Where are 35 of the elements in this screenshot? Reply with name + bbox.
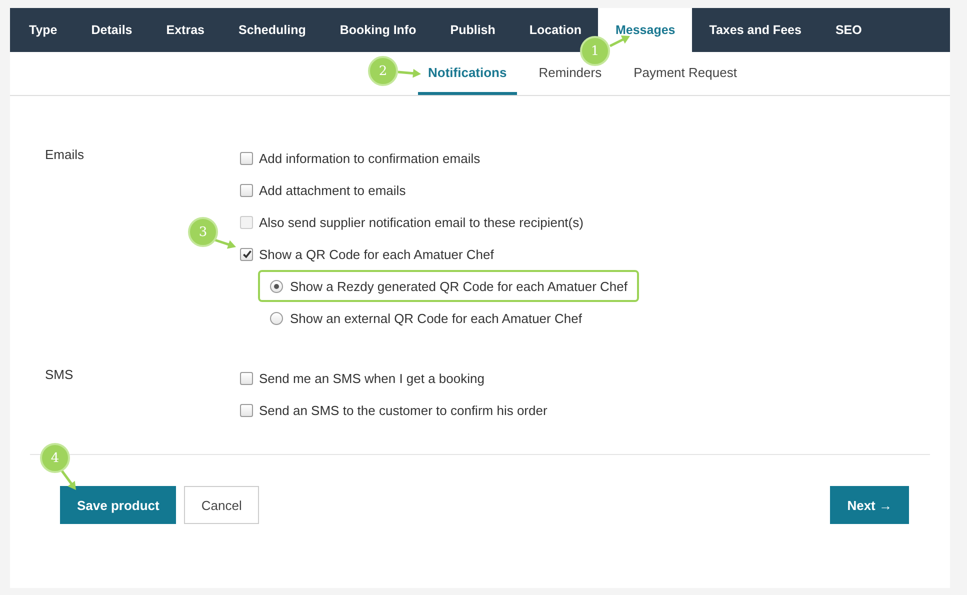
section-label: SMS bbox=[45, 367, 74, 382]
checkbox[interactable] bbox=[240, 248, 253, 260]
radio-button[interactable] bbox=[270, 280, 283, 292]
checkbox[interactable] bbox=[240, 404, 253, 416]
tab[interactable]: Booking Info bbox=[322, 8, 434, 52]
tab[interactable]: Type bbox=[12, 8, 74, 52]
section-label: Emails bbox=[45, 147, 84, 162]
option-label: Show a QR Code for each Amatuer Chef bbox=[259, 246, 494, 262]
tab[interactable]: Details bbox=[74, 8, 150, 52]
tab[interactable]: Publish bbox=[433, 8, 512, 52]
checkbox[interactable] bbox=[240, 152, 253, 164]
option-label: Show an external QR Code for each Amatuer Chef bbox=[290, 310, 582, 326]
tab[interactable]: Messages bbox=[598, 8, 692, 52]
checkbox[interactable] bbox=[240, 372, 253, 384]
tab[interactable]: Scheduling bbox=[221, 8, 323, 52]
cancel-button[interactable]: Cancel bbox=[184, 486, 259, 524]
option-label: Add attachment to emails bbox=[259, 182, 406, 198]
tab[interactable]: Extras bbox=[149, 8, 222, 52]
tab[interactable]: SEO bbox=[818, 8, 879, 52]
next-button[interactable]: Next → bbox=[830, 486, 909, 524]
subtab[interactable]: Payment Request bbox=[624, 52, 747, 95]
pointer-arrow bbox=[398, 68, 421, 78]
option-label: Add information to confirmation emails bbox=[259, 150, 480, 166]
checkbox[interactable] bbox=[240, 184, 253, 196]
pointer-arrow bbox=[609, 36, 630, 48]
option-label: Also send supplier notification email to these recipient(s) bbox=[259, 214, 584, 230]
pointer-arrow bbox=[61, 470, 76, 490]
subtab[interactable]: Notifications bbox=[418, 52, 517, 95]
pointer-arrow bbox=[214, 238, 236, 249]
tab[interactable]: Taxes and Fees bbox=[692, 8, 818, 52]
option-label: Show a Rezdy generated QR Code for each Amatuer Chef bbox=[290, 278, 628, 294]
radio-button[interactable] bbox=[270, 312, 283, 324]
save-button[interactable]: Save product bbox=[60, 486, 176, 524]
option-label: Send me an SMS when I get a booking bbox=[259, 370, 484, 386]
option-label: Send an SMS to the customer to confirm his order bbox=[259, 402, 548, 418]
